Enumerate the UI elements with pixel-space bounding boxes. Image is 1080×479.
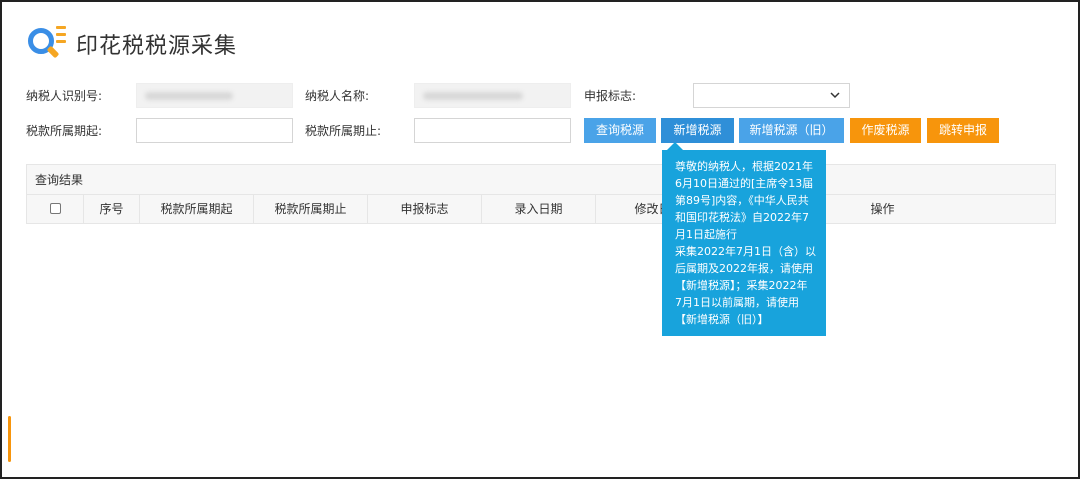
tooltip-line: 【新增税源】；采集2022年 — [675, 279, 808, 292]
period-end-input[interactable] — [414, 118, 571, 143]
tooltip-line: 7月1日以前属期，请使用 — [675, 296, 799, 309]
tooltip-line: 采集2022年7月1日（含）以 — [675, 245, 816, 258]
void-button[interactable]: 作废税源 — [850, 118, 921, 143]
taxpayer-name-field[interactable] — [414, 83, 571, 108]
taxpayer-id-label: 纳税人识别号: — [26, 89, 103, 103]
tooltip-line: 【新增税源（旧）】 — [675, 313, 769, 326]
select-all-cell — [27, 195, 84, 223]
declare-flag-select[interactable] — [693, 83, 850, 108]
tooltip-line: 尊敬的纳税人，根据2021年 — [675, 160, 813, 173]
col-header-declare-flag[interactable]: 申报标志 — [368, 195, 482, 223]
declare-flag-label: 申报标志: — [584, 89, 637, 103]
add-button[interactable]: 新增税源 — [661, 118, 734, 143]
chevron-down-icon — [830, 92, 840, 99]
col-header-period-end[interactable]: 税款所属期止 — [254, 195, 368, 223]
results-title: 查询结果 — [27, 165, 1055, 195]
page-title: 印花税税源采集 — [76, 34, 238, 59]
query-button[interactable]: 查询税源 — [584, 118, 656, 143]
period-start-label: 税款所属期起: — [26, 124, 103, 138]
tooltip-line: 第89号]内容，《中华人民共 — [675, 194, 809, 207]
col-header-index[interactable]: 序号 — [84, 195, 140, 223]
tooltip-line: 后属期及2022年报，请使用 — [675, 262, 813, 275]
redacted-value — [145, 92, 233, 100]
search-magnifier-list-icon — [26, 24, 68, 64]
results-panel: 查询结果 序号 税款所属期起 税款所属期止 申报标志 录入日期 修改日 操作 — [26, 164, 1056, 224]
col-header-entry-date[interactable]: 录入日期 — [482, 195, 596, 223]
period-end-label: 税款所属期止: — [305, 124, 382, 138]
tooltip-arrow — [667, 142, 683, 150]
period-start-input[interactable] — [136, 118, 293, 143]
add-old-button[interactable]: 新增税源（旧） — [739, 118, 844, 143]
tooltip-line: 和国印花税法》自2022年7 — [675, 211, 809, 224]
add-button-tooltip: 尊敬的纳税人，根据2021年 6月10日通过的[主席令13届 第89号]内容，《… — [662, 150, 826, 336]
app-window: 印花税税源采集 纳税人识别号: 纳税人名称: 申报标志: 税款所属期起: 税款所… — [0, 0, 1080, 479]
title-bar: 印花税税源采集 — [26, 24, 237, 64]
table-header: 序号 税款所属期起 税款所属期止 申报标志 录入日期 修改日 操作 — [27, 195, 1055, 223]
jump-declare-button[interactable]: 跳转申报 — [927, 118, 999, 143]
redacted-value — [423, 92, 523, 100]
taxpayer-name-label: 纳税人名称: — [305, 89, 370, 103]
col-header-period-start[interactable]: 税款所属期起 — [140, 195, 254, 223]
taxpayer-id-field[interactable] — [136, 83, 293, 108]
tooltip-line: 月1日起施行 — [675, 228, 737, 241]
checkbox-icon[interactable] — [49, 203, 61, 214]
tooltip-line: 6月10日通过的[主席令13届 — [675, 177, 814, 190]
scroll-indicator[interactable] — [8, 416, 11, 462]
